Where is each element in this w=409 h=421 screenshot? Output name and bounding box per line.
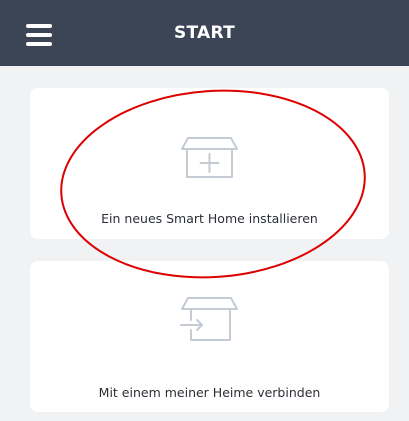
page-title: START [173,23,236,43]
install-new-smart-home-card[interactable]: Ein neues Smart Home installieren [30,88,389,239]
top-app-bar: START [0,0,409,66]
connect-existing-home-card[interactable]: Mit einem meiner Heime verbinden [30,261,389,412]
house-enter-arrow-icon [180,297,238,341]
house-plus-icon [181,137,238,178]
card-label: Ein neues Smart Home installieren [101,211,318,226]
card-label: Mit einem meiner Heime verbinden [98,385,321,400]
